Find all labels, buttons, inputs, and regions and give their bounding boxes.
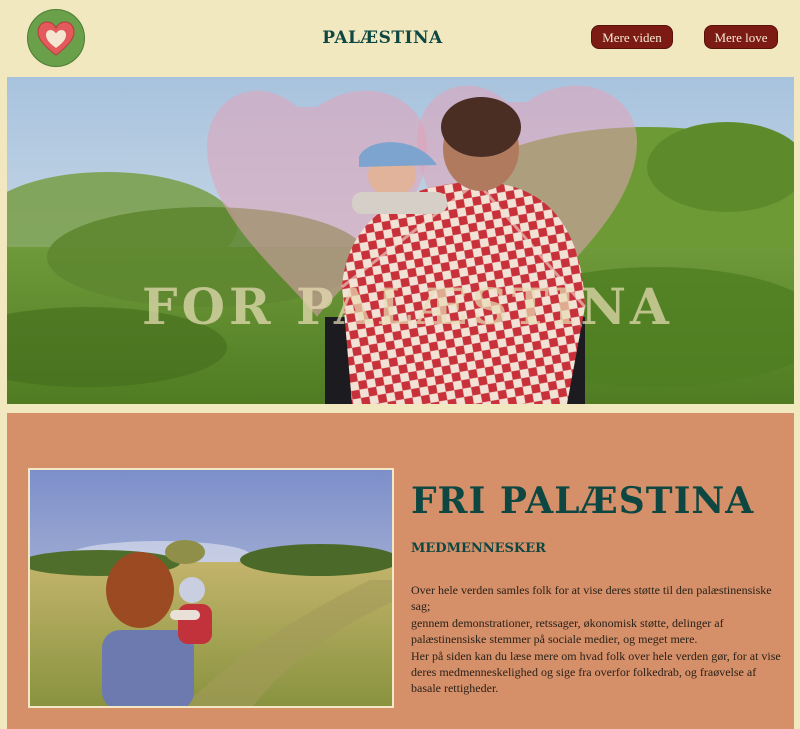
nav-button-mere-love[interactable]: Mere love <box>704 25 778 49</box>
section-photo <box>28 468 394 708</box>
section-body: Over hele verden samles folk for at vise… <box>411 582 781 697</box>
paragraph-line: Over hele verden samles folk for at vise… <box>411 583 772 614</box>
family-photo <box>30 470 392 706</box>
hero-image <box>7 77 794 404</box>
hero-title: FOR PALÆSTINA <box>142 277 673 336</box>
paragraph-line: gennem demonstrationer, retssager, økono… <box>411 615 724 647</box>
hero-banner: FOR PALÆSTINA <box>7 77 794 404</box>
section-title: FRI PALÆSTINA <box>411 480 755 522</box>
content-section: FRI PALÆSTINA MEDMENNESKER Over hele ver… <box>7 413 794 729</box>
site-header: PALÆSTINA Mere viden Mere love <box>0 0 800 76</box>
paragraph-line: Her på siden kan du læse mere om hvad fo… <box>411 648 781 696</box>
nav-button-mere-viden[interactable]: Mere viden <box>591 25 673 49</box>
brand-title[interactable]: PALÆSTINA <box>300 28 465 48</box>
logo[interactable] <box>27 9 85 67</box>
section-subtitle: MEDMENNESKER <box>411 541 546 556</box>
heart-icon <box>37 21 75 56</box>
